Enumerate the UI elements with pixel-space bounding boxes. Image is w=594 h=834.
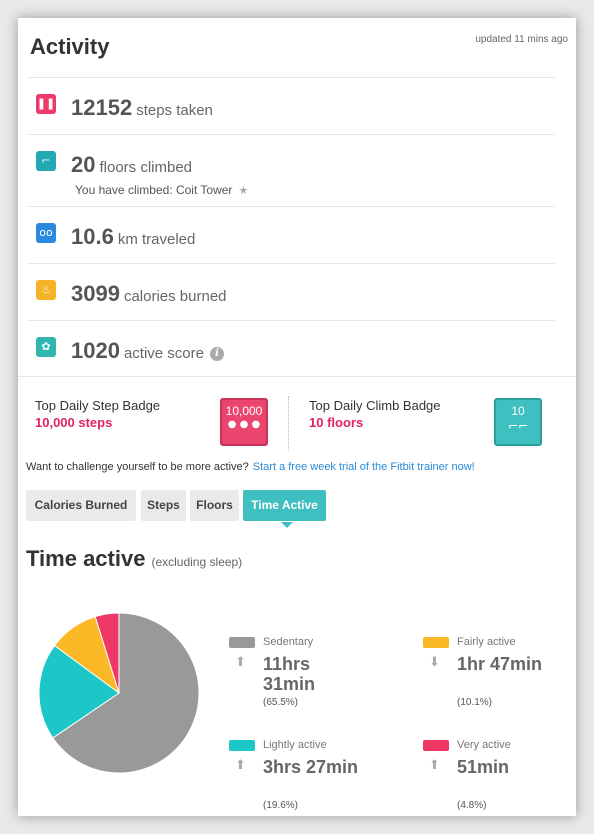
info-icon[interactable]: i <box>210 347 224 361</box>
arrow-up-icon: ⬆ <box>429 758 440 773</box>
page-title: Activity <box>30 34 110 59</box>
stat-row-active-score: ✿ 1020 active score i <box>28 320 555 377</box>
tab-calories-burned[interactable]: Calories Burned <box>26 490 136 521</box>
stat-value-steps: 12152 steps taken <box>71 95 213 120</box>
arrow-down-icon: ⬇ <box>429 655 440 670</box>
section-title: Time active (excluding sleep) <box>26 546 243 571</box>
step-badge-icon[interactable]: 10,000 ● ● ● <box>220 398 268 446</box>
tab-steps[interactable]: Steps <box>141 490 186 521</box>
challenge-text: Want to challenge yourself to be more ac… <box>26 461 475 473</box>
legend-swatch <box>229 740 255 751</box>
star-icon[interactable]: ★ <box>238 184 248 197</box>
climb-badge-label: Top Daily Climb Badge <box>309 398 441 413</box>
footsteps-icon: ❚❚ <box>36 94 56 114</box>
stat-sub-floors: You have climbed: Coit Tower ★ <box>75 183 249 197</box>
stat-value-calories: 3099 calories burned <box>71 281 227 306</box>
stat-row-distance: oo 10.6 km traveled <box>28 206 555 263</box>
flame-icon: ♨ <box>36 280 56 300</box>
stat-value-floors: 20 floors climbed <box>71 152 193 177</box>
step-badge-label: Top Daily Step Badge <box>35 398 161 413</box>
distance-icon: oo <box>36 223 56 243</box>
stat-row-steps: ❚❚ 12152 steps taken <box>28 77 555 134</box>
arrow-up-icon: ⬆ <box>235 655 246 670</box>
badge-divider <box>288 396 289 450</box>
updated-timestamp: updated 11 mins ago <box>475 34 568 45</box>
stat-value-distance: 10.6 km traveled <box>71 224 196 249</box>
active-tab-pointer <box>281 522 293 528</box>
climb-badge-value: 10 floors <box>309 415 364 430</box>
time-active-pie-chart <box>38 612 200 774</box>
legend-swatch <box>423 637 449 648</box>
trainer-trial-link[interactable]: Start a free week trial of the Fitbit tr… <box>253 461 475 473</box>
arrow-up-icon: ⬆ <box>235 758 246 773</box>
divider <box>18 376 576 377</box>
legend-swatch <box>423 740 449 751</box>
legend-swatch <box>229 637 255 648</box>
step-badge-value: 10,000 steps <box>35 415 113 430</box>
stat-row-calories: ♨ 3099 calories burned <box>28 263 555 320</box>
tab-time-active[interactable]: Time Active <box>243 490 326 521</box>
activity-card: Activity updated 11 mins ago ❚❚ 12152 ste… <box>18 18 576 816</box>
stat-row-floors: ⌐ 20 floors climbed You have climbed: Coi… <box>28 134 555 206</box>
flower-icon: ✿ <box>36 337 56 357</box>
stat-value-active-score: 1020 active score i <box>71 338 224 364</box>
stairs-icon: ⌐ <box>36 151 56 171</box>
climb-badge-icon[interactable]: 10 ⌐⌐ <box>494 398 542 446</box>
tab-floors[interactable]: Floors <box>190 490 239 521</box>
